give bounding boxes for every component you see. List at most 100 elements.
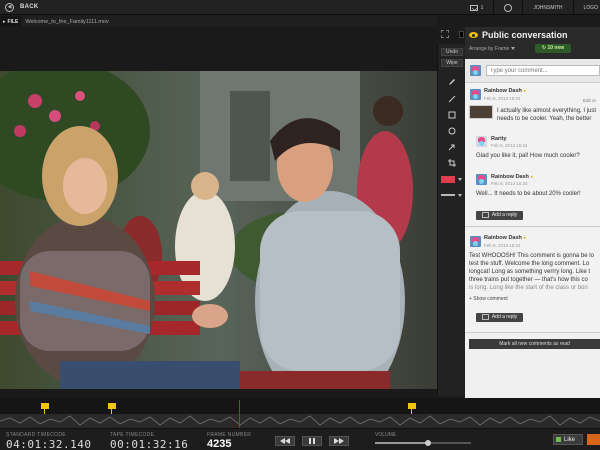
comment-text: longcat! Long as something verrry long. … xyxy=(469,269,591,275)
back-label: BACK xyxy=(20,4,39,10)
comment-author[interactable]: Rainbow Dash★ xyxy=(484,88,527,94)
volume-fill xyxy=(375,442,428,444)
panel-toggle-button[interactable] xyxy=(459,31,464,38)
chevron-down-icon xyxy=(511,47,516,51)
divider xyxy=(522,0,524,15)
add-reply-button[interactable]: Add a reply xyxy=(476,313,523,322)
file-bar: ▸ FILE Welcome_to_the_Family1111.mov xyxy=(0,16,437,27)
divider xyxy=(493,0,495,15)
comment-text: needs to be cooler. Yeah, the better xyxy=(497,116,592,122)
volume-label: VOLUME xyxy=(375,432,397,438)
messages-button[interactable]: 1 xyxy=(469,4,484,11)
like-label: Like xyxy=(564,436,576,443)
tape-timecode: 00:01:32:16 xyxy=(110,438,189,450)
like-button[interactable]: Like xyxy=(553,434,583,445)
reply-date: Feb 8, 2013 15:34 xyxy=(491,143,528,148)
top-bar: ◀ BACK 1 JOHNSMITH LOGO xyxy=(0,0,600,15)
user-icon xyxy=(504,3,513,12)
comment-marker[interactable] xyxy=(41,403,49,419)
video-frame[interactable] xyxy=(0,71,437,389)
divider xyxy=(572,0,574,15)
timeline[interactable] xyxy=(0,398,600,428)
avatar xyxy=(476,174,487,185)
new-comment-row xyxy=(465,59,600,83)
rewind-icon xyxy=(280,438,290,444)
edit-link[interactable]: Edit or xyxy=(583,98,596,103)
avatar xyxy=(470,89,481,100)
comment-author[interactable]: Rainbow Dash★ xyxy=(484,235,527,241)
reply-author[interactable]: Rarity xyxy=(491,136,507,142)
message-count: 1 xyxy=(480,4,484,11)
playhead[interactable] xyxy=(239,400,240,428)
avatar xyxy=(476,136,487,147)
arrange-label: Arrange by Frame xyxy=(469,46,510,52)
playback-bar: STANDARD TIMECODE 04:01:32.140 TAPE TIME… xyxy=(0,428,600,450)
comment-text: is long. Long like the start of the clas… xyxy=(469,285,588,291)
rectangle-icon[interactable] xyxy=(447,110,456,119)
rewind-button[interactable] xyxy=(275,436,295,446)
pause-button[interactable] xyxy=(302,436,322,446)
reply-text: Well... It needs to be about 20% cooler! xyxy=(476,191,581,197)
avatar xyxy=(470,65,481,76)
reply-author[interactable]: Rainbow Dash★ xyxy=(491,174,534,180)
comment-text: Test WHOOOSH! This comment is gonna be l… xyxy=(469,253,594,259)
mark-all-read-button[interactable]: Mark all new comments as read xyxy=(469,339,600,349)
pen-icon[interactable] xyxy=(447,77,456,86)
chevron-down-icon[interactable] xyxy=(458,194,462,197)
video-area xyxy=(0,27,437,398)
file-tag-label: FILE xyxy=(7,18,19,25)
file-name: Welcome_to_the_Family1111.mov xyxy=(25,18,109,25)
circle-icon[interactable] xyxy=(447,126,456,135)
frame-number: 4235 xyxy=(207,438,232,450)
new-comments-badge[interactable]: ↻ 10 new xyxy=(535,44,571,53)
conversation-panel: Public conversation Arrange by Frame ↻ 1… xyxy=(465,27,600,398)
back-button[interactable]: ◀ BACK xyxy=(5,2,39,12)
show-comment-link[interactable]: + Show comment xyxy=(469,296,508,302)
share-button[interactable] xyxy=(587,434,600,445)
pause-icon xyxy=(309,438,315,444)
comment-text: three trains put together — that's how t… xyxy=(469,277,588,283)
volume-knob[interactable] xyxy=(424,440,431,446)
chevron-down-icon[interactable] xyxy=(458,178,462,181)
reply-text: Glad you like it, pal! How much cooler? xyxy=(476,153,580,159)
arrange-dropdown[interactable]: Arrange by Frame xyxy=(469,46,516,52)
caret-right-icon: ▸ xyxy=(3,18,6,25)
refresh-icon: ↻ xyxy=(541,45,547,51)
add-reply-button[interactable]: Add a reply xyxy=(476,211,523,220)
fast-forward-button[interactable] xyxy=(329,436,349,446)
comment-text: test the stuff. Welcome the long comment… xyxy=(469,261,590,267)
comment-date: Feb 8, 2013 15:34 xyxy=(484,243,521,248)
frame-thumbnail[interactable] xyxy=(469,105,493,119)
arrow-icon[interactable] xyxy=(447,142,456,151)
comment-thread: Rainbow Dash★ Feb 8, 2013 15:34 Edit or … xyxy=(465,84,600,227)
back-arrow-icon: ◀ xyxy=(5,2,14,12)
comment-marker[interactable] xyxy=(408,403,416,419)
video-still-image xyxy=(0,71,437,389)
wipe-button[interactable]: Wipe xyxy=(441,59,463,67)
username[interactable]: JOHNSMITH xyxy=(533,5,562,11)
new-badge-label: 10 new xyxy=(547,45,565,51)
color-picker[interactable] xyxy=(441,176,455,183)
avatar xyxy=(470,236,481,247)
logout-button[interactable]: LOGO xyxy=(584,5,598,11)
undo-button[interactable]: Undo xyxy=(441,48,463,56)
comment-thread: Rainbow Dash★ Feb 8, 2013 15:34 Test WHO… xyxy=(465,228,600,333)
comment-marker[interactable] xyxy=(108,403,116,419)
panel-header: Public conversation Arrange by Frame ↻ 1… xyxy=(465,27,600,59)
file-menu-button[interactable]: ▸ FILE xyxy=(0,16,22,27)
audio-waveform xyxy=(0,414,600,428)
mail-icon xyxy=(469,4,478,11)
fullscreen-icon[interactable] xyxy=(441,30,449,38)
eye-icon xyxy=(469,32,478,38)
thumbs-up-icon xyxy=(556,437,561,442)
drawing-toolbar: Undo Wipe xyxy=(437,44,465,396)
volume-slider[interactable] xyxy=(375,440,471,446)
stroke-width-picker[interactable] xyxy=(441,194,455,196)
reply-date: Feb 8, 2013 15:34 xyxy=(491,181,528,186)
user-menu[interactable] xyxy=(504,3,513,12)
crop-icon[interactable] xyxy=(447,158,456,167)
standard-timecode: 04:01:32.140 xyxy=(6,438,92,450)
fast-forward-icon xyxy=(334,438,344,444)
comment-input[interactable] xyxy=(486,65,600,76)
line-icon[interactable] xyxy=(447,94,456,103)
